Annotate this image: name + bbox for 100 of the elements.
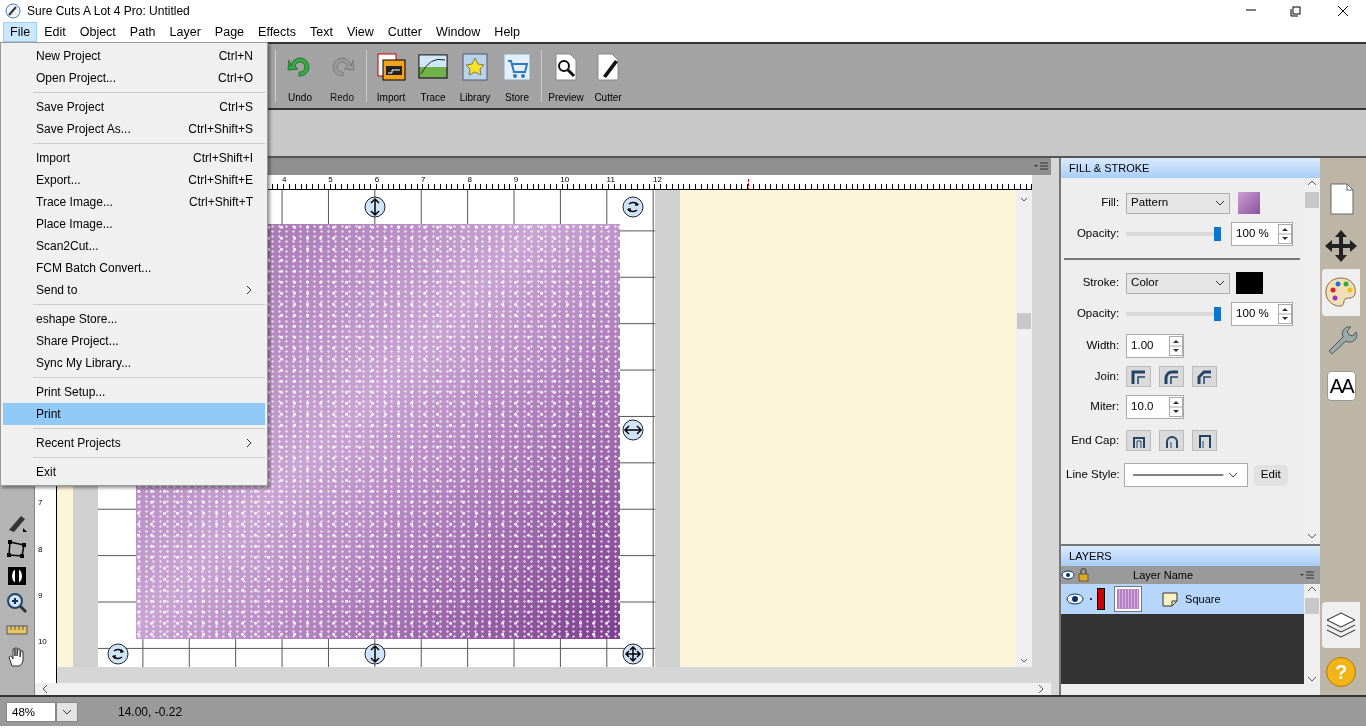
menu-item[interactable]: Save Project Ctrl+S — [3, 96, 265, 118]
menu-item[interactable]: Text — [303, 22, 340, 42]
scrollbar-thumb[interactable] — [1305, 192, 1320, 208]
scroll-right-icon[interactable] — [1037, 682, 1046, 695]
toolbar-button[interactable]: Import — [370, 44, 412, 108]
store-icon — [502, 52, 532, 82]
menu-item[interactable]: Sync My Library... — [3, 352, 265, 374]
slider-thumb[interactable] — [1214, 227, 1222, 241]
menu-item[interactable]: Cutter — [380, 22, 429, 42]
rotate-icon[interactable] — [621, 196, 644, 219]
text-tab[interactable]: AA — [1322, 362, 1361, 410]
zoom-dropdown-button[interactable] — [56, 701, 78, 722]
rotate-icon[interactable] — [106, 643, 129, 666]
move-icon[interactable] — [621, 643, 644, 666]
toolbar-button[interactable]: Undo — [279, 44, 321, 108]
menu-item[interactable]: Open Project... Ctrl+O — [3, 67, 265, 89]
menu-item[interactable]: View — [339, 22, 381, 42]
app-icon — [5, 3, 21, 19]
menu-item[interactable]: Effects — [251, 22, 304, 42]
resize-horizontal-icon[interactable] — [621, 419, 644, 442]
menu-item[interactable]: Layer — [162, 22, 208, 42]
slider-thumb[interactable] — [1214, 307, 1222, 321]
toolbar-button[interactable]: Trace — [412, 44, 454, 108]
menu-item[interactable]: Import Ctrl+Shift+I — [3, 147, 265, 169]
panel-title: LAYERS — [1061, 546, 1321, 566]
ruler-label: 8 — [467, 174, 473, 186]
menu-item[interactable]: Object — [72, 22, 123, 42]
layers-tab[interactable] — [1322, 601, 1361, 649]
layer-row[interactable]: Square — [1061, 584, 1305, 614]
scroll-down-icon[interactable] — [1306, 531, 1319, 541]
scroll-up-icon[interactable] — [1306, 178, 1319, 188]
scrollbar-thumb[interactable] — [1305, 598, 1320, 614]
menu-item[interactable]: FCM Batch Convert... — [3, 257, 265, 279]
menu-item[interactable]: Save Project As... Ctrl+Shift+S — [3, 118, 265, 140]
menu-item[interactable]: Print Setup... — [3, 381, 265, 403]
menu-item[interactable]: Print — [3, 403, 265, 425]
resize-vertical-icon[interactable] — [363, 196, 386, 219]
toolbar-button[interactable]: Cutter — [587, 44, 629, 108]
library-icon — [460, 52, 490, 82]
width-field[interactable]: 1.00 — [1126, 334, 1185, 358]
pattern-swatch[interactable] — [1238, 192, 1261, 214]
spin-arrows-icon — [1278, 224, 1293, 244]
menu-item[interactable]: Place Image... — [3, 213, 265, 235]
ruler-label: 4 — [281, 174, 288, 186]
caret-icon — [1215, 199, 1226, 207]
window-title: Sure Cuts A Lot 4 Pro: Untitled — [27, 3, 191, 20]
scrollbar-thumb[interactable] — [1016, 313, 1031, 330]
ruler-label: 9 — [513, 174, 520, 186]
zoom-field[interactable]: 48% — [6, 701, 56, 722]
eye-icon[interactable] — [1065, 592, 1086, 606]
toolbar-button[interactable]: Library — [454, 44, 496, 108]
field-label: Miter: — [1089, 399, 1121, 415]
scroll-down-icon[interactable] — [1306, 674, 1319, 684]
resize-vertical-icon[interactable] — [363, 643, 386, 666]
ruler-label: 11 — [606, 174, 616, 186]
palette-tab[interactable] — [1322, 269, 1361, 316]
spin-arrows-icon — [1169, 397, 1184, 417]
weld-tool-icon[interactable] — [5, 564, 29, 588]
menu-item[interactable]: Export... Ctrl+Shift+E — [3, 169, 265, 191]
toolbar-button[interactable]: Store — [496, 44, 538, 108]
menu-item[interactable]: Path — [122, 22, 163, 42]
opacity-field[interactable]: 100 % — [1231, 222, 1294, 246]
field-label: Width: — [1085, 338, 1121, 354]
opacity-field[interactable]: 100 % — [1231, 302, 1294, 326]
menu-item[interactable]: Edit — [37, 22, 73, 42]
ruler-label: 9 — [36, 590, 44, 603]
spin-arrows-icon — [1169, 336, 1184, 356]
zoom-tool-icon[interactable] — [5, 591, 29, 615]
visibility-lock-icon — [1061, 568, 1092, 582]
menu-item[interactable]: Share Project... — [3, 330, 265, 352]
scroll-left-icon[interactable] — [40, 682, 49, 695]
note-icon — [1161, 591, 1180, 607]
color-swatch[interactable] — [1236, 272, 1264, 294]
edit-button[interactable]: Edit — [1253, 464, 1288, 486]
import-icon — [376, 52, 406, 82]
miter-field[interactable]: 10.0 — [1126, 395, 1185, 419]
menu-item[interactable]: Page — [207, 22, 252, 42]
menu-item[interactable]: Help — [487, 22, 528, 42]
ruler-label: 10 — [36, 636, 48, 649]
menu-item[interactable]: Recent Projects — [3, 432, 265, 454]
menu-item[interactable]: Send to — [3, 279, 265, 301]
panel-splitter[interactable] — [1051, 158, 1060, 695]
toolbar-button[interactable]: Preview — [545, 44, 587, 108]
menu-item[interactable]: File — [3, 22, 38, 42]
spin-arrows-icon — [1278, 304, 1293, 324]
field-label: Fill: — [1100, 195, 1121, 211]
menu-item[interactable]: Window — [428, 22, 488, 42]
menu-item[interactable]: New Project Ctrl+N — [3, 45, 265, 67]
scroll-up-icon[interactable] — [1306, 584, 1319, 594]
menu-item[interactable]: Scan2Cut... — [3, 235, 265, 257]
layer-thumbnail — [1115, 587, 1142, 611]
node-tool-icon[interactable] — [5, 537, 29, 561]
menu-item[interactable]: eshape Store... — [3, 308, 265, 330]
stroke-dropdown[interactable]: Color — [1126, 272, 1231, 294]
menu-item[interactable]: Trace Image... Ctrl+Shift+T — [3, 191, 265, 213]
ruler-label: 8 — [36, 543, 44, 556]
line-style-dropdown[interactable] — [1123, 463, 1248, 487]
fill-dropdown[interactable]: Pattern — [1126, 192, 1231, 214]
layer-name: Square — [1185, 591, 1221, 607]
menu-item[interactable]: Exit — [3, 461, 265, 483]
